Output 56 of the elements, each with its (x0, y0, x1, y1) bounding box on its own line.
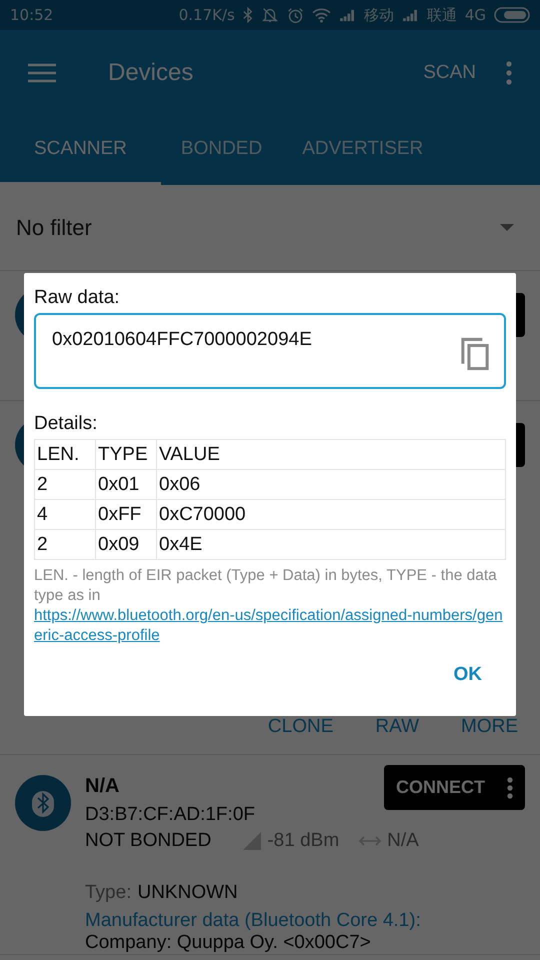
table-cell: 0x09 (96, 530, 156, 560)
carrier-name: 联通 (426, 6, 457, 24)
manufacturer-heading: Manufacturer data (Bluetooth Core 4.1): (85, 910, 422, 932)
action-button[interactable]: CLONE (268, 714, 334, 740)
bond-state: NOT BONDED (85, 830, 212, 852)
filter-dropdown[interactable]: No filter (0, 185, 540, 271)
signal-strength-icon (243, 832, 262, 850)
wifi-icon (312, 8, 331, 22)
more-options-icon[interactable] (506, 60, 512, 84)
device-address: D3:B7:CF:AD:1F:0F (85, 804, 255, 826)
table-cell: 2 (34, 470, 96, 500)
table-cell: 4 (34, 500, 96, 530)
more-options-icon (507, 776, 513, 798)
bell-off-icon (260, 6, 279, 24)
bluetooth-avatar-icon (15, 775, 71, 831)
specification-link[interactable]: https://www.bluetooth.org/en-us/specification/assigned-numbers/generic-access-profile (34, 606, 506, 646)
scan-button[interactable]: SCAN (423, 56, 476, 90)
connect-button[interactable]: CONNECT (384, 765, 525, 810)
table-cell: 2 (34, 530, 96, 560)
tab[interactable]: ADVERTISER (282, 115, 444, 185)
battery-icon (494, 7, 530, 23)
copy-icon[interactable] (460, 337, 490, 371)
column-header: LEN. (34, 440, 96, 470)
dropdown-caret-icon (500, 224, 514, 231)
interval-arrows-icon (359, 835, 382, 847)
tab[interactable]: BONDED (160, 115, 282, 185)
app-title: Devices (108, 58, 194, 86)
table-cell: 0x01 (96, 470, 156, 500)
carrier-name: 移动 (364, 6, 394, 24)
company-text: Company: Quuppa Oy. <0x00C7> (85, 932, 372, 954)
tab[interactable]: SCANNER (0, 115, 161, 185)
raw-data-field[interactable]: 0x02010604FFC7000002094E (34, 313, 506, 389)
table-cell: 0x4E (156, 530, 506, 560)
interval-value: N/A (387, 830, 419, 852)
details-label: Details: (34, 413, 98, 435)
type-value: UNKNOWN (137, 882, 238, 904)
raw-data-label: Raw data: (34, 287, 121, 309)
network-speed: 0.17K/s (178, 6, 235, 24)
table-cell: 0xC70000 (156, 500, 506, 530)
device-name: N/A (85, 775, 120, 798)
alarm-icon (286, 6, 304, 24)
bluetooth-icon (242, 7, 253, 23)
action-button[interactable]: RAW (375, 714, 419, 740)
rssi-value: -81 dBm (267, 830, 340, 852)
signal-icon (338, 8, 356, 22)
column-header: VALUE (156, 440, 506, 470)
action-button[interactable]: MORE (461, 714, 518, 740)
menu-icon[interactable] (28, 62, 56, 82)
ok-button[interactable]: OK (436, 656, 500, 694)
table-cell: 0xFF (96, 500, 156, 530)
signal-icon (402, 8, 419, 22)
table-cell: 0x06 (156, 470, 506, 500)
column-header: TYPE (96, 440, 156, 470)
clock: 10:52 (10, 6, 54, 24)
network-type: 4G (464, 6, 486, 24)
legend-text: LEN. - length of EIR packet (Type + Data) in bytes, TYPE - the data type as in (34, 566, 498, 606)
